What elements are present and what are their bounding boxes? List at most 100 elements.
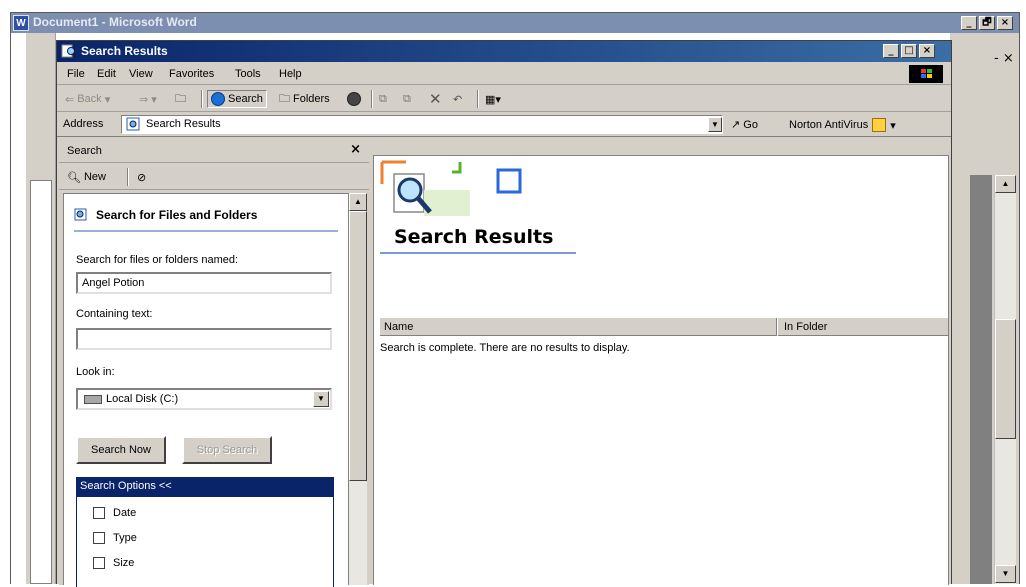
- minimize-button[interactable]: _: [883, 44, 899, 58]
- norton-antivirus-button[interactable]: Norton AntiVirus ▾: [789, 118, 896, 132]
- address-label: Address: [63, 118, 104, 130]
- views-button[interactable]: ▦▾: [485, 90, 501, 108]
- scroll-up-arrow-icon[interactable]: ▲: [995, 175, 1016, 193]
- up-folder-button[interactable]: 🗀: [175, 90, 186, 108]
- search-results-titlebar[interactable]: Search Results _ □ ×: [57, 41, 951, 62]
- back-button[interactable]: ⇐ Back ▾: [65, 90, 110, 108]
- go-button[interactable]: ↗ Go: [731, 118, 758, 131]
- results-pane: Search Results Name In Folder Search is …: [373, 155, 949, 585]
- word-close-button[interactable]: ×: [997, 16, 1013, 30]
- address-input[interactable]: Search Results: [121, 115, 723, 134]
- menu-file[interactable]: File: [67, 68, 85, 80]
- folders-button[interactable]: 🗀 Folders: [279, 90, 330, 108]
- search-heading: Search for Files and Folders: [74, 208, 257, 222]
- word-doc-close-icon[interactable]: - ×: [994, 51, 1014, 66]
- results-column-header: Name In Folder: [380, 318, 948, 336]
- word-title: Document1 - Microsoft Word: [33, 15, 197, 29]
- search-results-window: Search Results _ □ × File Edit View Favo…: [56, 40, 952, 587]
- option-date-checkbox[interactable]: Date: [93, 507, 136, 519]
- back-dropdown-icon: ▾: [104, 93, 111, 106]
- look-in-dropdown-icon[interactable]: ▼: [313, 391, 329, 407]
- containing-text-input[interactable]: [76, 328, 332, 350]
- views-icon: ▦▾: [485, 93, 501, 106]
- heading-divider: [74, 230, 338, 232]
- undo-button[interactable]: ↶: [453, 90, 462, 108]
- menu-edit[interactable]: Edit: [97, 68, 116, 80]
- search-files-icon: [74, 208, 87, 221]
- scroll-up-arrow-icon[interactable]: ▲: [349, 193, 367, 211]
- move-to-button[interactable]: ⧉: [379, 90, 387, 108]
- maximize-button[interactable]: □: [901, 44, 917, 58]
- toolbar-separator: [477, 90, 479, 108]
- close-button[interactable]: ×: [919, 44, 935, 58]
- column-divider[interactable]: [776, 318, 778, 336]
- go-label: Go: [743, 119, 758, 131]
- folders-label: Folders: [293, 93, 330, 105]
- named-label: Search for files or folders named:: [76, 254, 239, 266]
- search-label: Search: [228, 93, 263, 105]
- option-label: Date: [113, 507, 137, 519]
- containing-text-label: Containing text:: [76, 308, 153, 320]
- look-in-label: Look in:: [76, 366, 115, 378]
- menu-favorites[interactable]: Favorites: [169, 68, 214, 80]
- word-minimize-button[interactable]: _: [961, 16, 977, 30]
- search-heading-text: Search for Files and Folders: [96, 208, 258, 222]
- history-button[interactable]: [347, 90, 361, 108]
- window-title: Search Results: [81, 44, 168, 58]
- option-type-checkbox[interactable]: Type: [93, 532, 137, 544]
- toolbar-separator: [127, 168, 129, 186]
- menu-view[interactable]: View: [129, 68, 153, 80]
- toolbar-separator: [371, 90, 373, 108]
- column-name-header[interactable]: Name: [384, 321, 413, 333]
- norton-label: Norton AntiVirus: [789, 119, 869, 131]
- scroll-thumb[interactable]: [349, 211, 367, 481]
- look-in-select[interactable]: Local Disk (C:) ▼: [76, 388, 332, 410]
- search-companion-button[interactable]: ⊘: [137, 168, 146, 186]
- forward-arrow-icon: ⇒ ▾: [139, 93, 157, 106]
- checkbox-box: [93, 557, 105, 569]
- search-button[interactable]: Search: [207, 90, 267, 108]
- delete-button[interactable]: ✕: [429, 90, 442, 108]
- word-app-icon: W: [13, 15, 29, 31]
- address-bar: Address Search Results ▼ ↗ Go Norton Ant…: [57, 113, 951, 137]
- scroll-thumb[interactable]: [995, 319, 1016, 439]
- search-options-header[interactable]: Search Options <<: [76, 477, 334, 497]
- word-titlebar[interactable]: W Document1 - Microsoft Word _ 🗗 ×: [11, 13, 1019, 33]
- menu-tools[interactable]: Tools: [235, 68, 261, 80]
- word-document-area: [970, 175, 992, 584]
- scroll-down-arrow-icon[interactable]: ▼: [995, 565, 1016, 583]
- address-dropdown-icon[interactable]: ▼: [708, 117, 722, 132]
- stop-search-button[interactable]: Stop Search: [182, 436, 272, 464]
- file-name-input[interactable]: Angel Potion: [76, 272, 332, 294]
- search-now-button[interactable]: Search Now: [76, 436, 166, 464]
- search-pane: Search × 🔍︎ New ⊘ Search for Files and F…: [59, 139, 369, 587]
- search-pane-title: Search: [67, 145, 102, 157]
- search-companion-icon: ⊘: [137, 171, 147, 184]
- search-pane-header: Search ×: [59, 139, 369, 163]
- search-pane-scrollbar[interactable]: ▲: [349, 193, 367, 585]
- word-vertical-scrollbar[interactable]: ▲ ▼: [994, 175, 1016, 584]
- norton-icon: [872, 118, 887, 132]
- option-label: Type: [113, 532, 137, 544]
- address-value: Search Results: [146, 118, 221, 130]
- menu-help[interactable]: Help: [279, 68, 302, 80]
- word-restore-button[interactable]: 🗗: [979, 16, 995, 30]
- search-pane-close-icon[interactable]: ×: [350, 142, 361, 157]
- search-results-icon: [126, 117, 140, 131]
- toolbar-separator: [201, 90, 203, 108]
- up-folder-icon: 🗀: [175, 92, 186, 105]
- copy-to-button[interactable]: ⧉: [403, 90, 411, 108]
- results-message: Search is complete. There are no results…: [380, 342, 630, 354]
- new-search-icon: 🔍︎: [67, 171, 81, 184]
- word-vertical-ruler: [30, 180, 52, 584]
- window-controls: _ □ ×: [883, 44, 935, 58]
- undo-icon: ↶: [453, 93, 463, 106]
- word-right-region: - × ▲ ▼: [950, 33, 1019, 584]
- results-title: Search Results: [394, 226, 554, 248]
- new-search-button[interactable]: 🔍︎ New: [67, 168, 106, 186]
- forward-button[interactable]: ⇒ ▾: [139, 90, 157, 108]
- column-folder-header[interactable]: In Folder: [784, 321, 827, 333]
- search-window-icon: [61, 44, 77, 58]
- option-size-checkbox[interactable]: Size: [93, 557, 134, 569]
- go-arrow-icon: ↗: [731, 119, 741, 131]
